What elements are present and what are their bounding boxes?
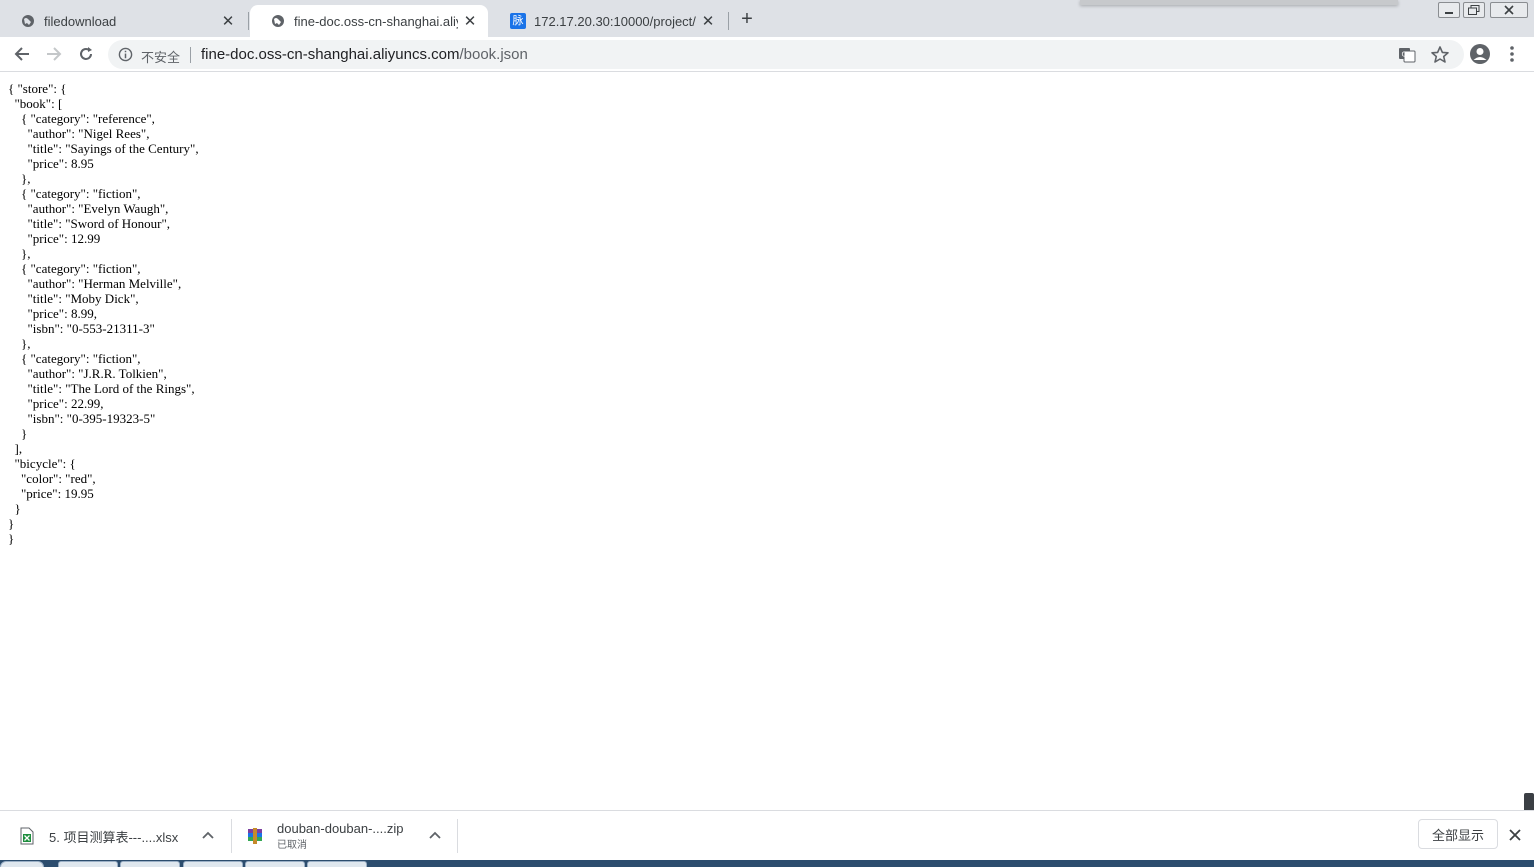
url-host: fine-doc.oss-cn-shanghai.aliyuncs.com (201, 46, 460, 63)
download-item[interactable]: douban-douban-....zip 已取消 (246, 811, 456, 861)
close-tab-icon[interactable]: ✕ (462, 13, 478, 30)
page-content: { "store": { "book": [ { "category": "re… (0, 73, 1534, 810)
tab-title: fine-doc.oss-cn-shanghai.aliyuncs.com/bo… (294, 13, 458, 29)
translate-icon[interactable]: G (1398, 46, 1416, 64)
close-icon (1504, 5, 1514, 15)
show-all-downloads-button[interactable]: 全部显示 (1418, 819, 1498, 849)
tab-strip: filedownload ✕ fine-doc.oss-cn-shanghai.… (0, 0, 1534, 37)
more-vert-icon[interactable] (1502, 43, 1522, 65)
tab-book-json[interactable]: fine-doc.oss-cn-shanghai.aliyuncs.com/bo… (250, 5, 488, 37)
tab-title: filedownload (44, 13, 117, 29)
address-bar[interactable]: 不安全 fine-doc.oss-cn-shanghai.aliyuncs.co… (108, 40, 1464, 69)
tab-filedownload[interactable]: filedownload ✕ (0, 5, 246, 37)
close-window-button[interactable] (1490, 2, 1528, 18)
close-tab-icon[interactable]: ✕ (220, 13, 236, 30)
json-document: { "store": { "book": [ { "category": "re… (8, 81, 199, 546)
close-icon[interactable] (1507, 827, 1523, 843)
info-icon[interactable] (118, 47, 133, 62)
chevron-up-icon[interactable] (428, 828, 442, 842)
tab-project-index[interactable]: 脉 172.17.20.30:10000/project/index ✕ (490, 5, 726, 37)
download-item[interactable]: 5. 项目测算表---....xlsx (18, 811, 230, 861)
os-taskbar (0, 860, 1534, 867)
forward-button[interactable] (42, 42, 66, 66)
globe-icon (20, 13, 36, 29)
taskbar-app[interactable] (58, 861, 118, 867)
minimize-icon (1445, 12, 1453, 14)
download-shelf: 5. 项目测算表---....xlsx douban-douban-....zi… (0, 810, 1534, 860)
url-text[interactable]: fine-doc.oss-cn-shanghai.aliyuncs.com/bo… (201, 46, 528, 63)
reload-icon (80, 47, 92, 60)
url-path: /book.json (459, 46, 528, 63)
globe-icon (270, 13, 286, 29)
taskbar-app[interactable] (120, 861, 180, 867)
omnibox-divider (190, 47, 191, 63)
start-button[interactable] (0, 861, 44, 867)
restore-window-button[interactable] (1463, 2, 1485, 18)
download-divider (457, 819, 458, 853)
maimai-favicon-icon: 脉 (510, 13, 526, 29)
download-divider (231, 819, 232, 853)
arrow-right-icon (47, 47, 62, 61)
window-shadow-bar (1080, 0, 1398, 5)
restore-icon (1468, 5, 1480, 15)
download-filename: douban-douban-....zip (277, 821, 404, 836)
back-button[interactable] (10, 42, 34, 66)
close-tab-icon[interactable]: ✕ (700, 13, 716, 30)
download-status: 已取消 (277, 840, 307, 851)
not-secure-label[interactable]: 不安全 (141, 47, 180, 66)
taskbar-app[interactable] (245, 861, 305, 867)
chevron-up-icon[interactable] (201, 828, 215, 842)
download-filename: 5. 项目测算表---....xlsx (49, 829, 179, 845)
bookmark-star-icon[interactable] (1430, 45, 1450, 65)
archive-file-icon (248, 828, 262, 844)
profile-avatar-icon[interactable] (1469, 43, 1491, 65)
browser-toolbar: 不安全 fine-doc.oss-cn-shanghai.aliyuncs.co… (0, 37, 1534, 72)
tab-divider (248, 12, 249, 30)
arrow-left-icon (14, 47, 29, 61)
taskbar-app[interactable] (307, 861, 367, 867)
taskbar-app[interactable] (183, 861, 243, 867)
excel-file-icon (20, 827, 34, 845)
new-tab-button[interactable]: + (736, 8, 758, 30)
minimize-window-button[interactable] (1438, 2, 1460, 18)
svg-text:G: G (1402, 51, 1407, 59)
tab-divider (728, 12, 729, 30)
reload-button[interactable] (74, 42, 98, 66)
tab-title: 172.17.20.30:10000/project/index (534, 13, 696, 29)
